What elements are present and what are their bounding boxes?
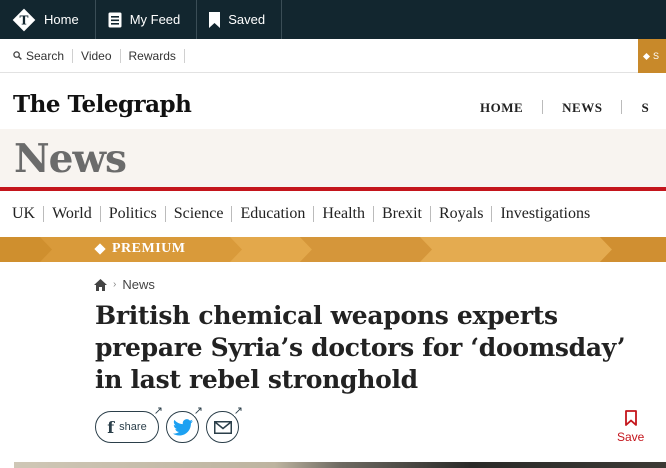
telegraph-logo[interactable]: The Telegraph [13,91,192,118]
masthead-nav-home[interactable]: HOME [480,100,523,116]
topbar-saved-link[interactable]: Saved [197,0,283,39]
section-nav-science[interactable]: Science [166,206,233,222]
section-nav-world[interactable]: World [44,206,101,222]
headline-line: British chemical weapons experts [95,301,558,330]
topbar-home-label: Home [44,12,79,27]
feed-icon [108,12,122,28]
section-banner: News [0,129,666,187]
facebook-icon: f [107,417,115,437]
masthead-nav-news[interactable]: NEWS [562,100,602,116]
masthead-nav-divider [542,100,544,114]
premium-diamond-icon [94,243,106,255]
section-nav-royals[interactable]: Royals [431,206,493,222]
home-icon[interactable] [94,278,107,291]
headline-line: prepare Syria’s doctors for ‘doomsday’ [95,333,626,362]
twitter-icon [172,418,193,436]
premium-band: PREMIUM [0,237,666,262]
subscribe-diamond-icon [642,52,651,60]
breadcrumb-news-link[interactable]: News [122,277,155,292]
premium-text: PREMIUM [112,241,186,256]
topbar-saved-label: Saved [228,12,266,27]
save-label: Save [617,430,645,444]
breadcrumb-chevron-icon: › [113,279,117,290]
video-link[interactable]: Video [73,48,121,63]
topbar-myfeed-label: My Feed [129,12,181,27]
bookmark-icon [209,11,221,28]
premium-label: PREMIUM [94,241,186,257]
masthead-nav: HOME NEWS S [480,100,649,116]
section-nav-brexit[interactable]: Brexit [374,206,431,222]
headline-line: in last rebel stronghold [95,365,418,394]
email-icon [213,420,232,434]
share-arrow-icon: ↗ [193,405,203,417]
subscribe-label: S [653,51,660,61]
share-arrow-icon: ↗ [233,405,243,417]
masthead-nav-divider [621,100,623,114]
section-nav-education[interactable]: Education [232,206,315,222]
facebook-share-label: share [119,421,147,433]
masthead-nav-sport[interactable]: S [641,100,649,116]
email-share-button[interactable]: ↗ [206,406,243,443]
search-label: Search [26,48,65,63]
topbar-myfeed-link[interactable]: My Feed [96,0,198,39]
svg-text:T: T [20,13,29,27]
save-button[interactable]: Save [617,410,644,444]
share-arrow-icon: ↗ [153,405,163,417]
masthead: The Telegraph HOME NEWS S [0,73,666,129]
section-nav-health[interactable]: Health [314,206,374,222]
search-link[interactable]: Search [0,48,74,63]
save-bookmark-icon [624,410,637,426]
section-nav: UK World Politics Science Education Heal… [0,191,666,237]
top-bar: T Home My Feed Saved [0,0,666,39]
lead-image [14,462,666,468]
utility-bar: Search Video Rewards S [0,39,666,73]
section-title: News [14,136,127,182]
subscribe-button[interactable]: S [638,39,666,73]
search-icon [13,51,22,60]
section-nav-investigations[interactable]: Investigations [492,206,598,222]
twitter-share-button[interactable]: ↗ [166,406,203,443]
section-nav-politics[interactable]: Politics [101,206,166,222]
telegraph-t-logo-icon: T [12,8,36,32]
topbar-home-link[interactable]: T Home [0,0,96,39]
rewards-link[interactable]: Rewards [121,48,185,63]
section-nav-uk[interactable]: UK [0,206,45,222]
article-headline: British chemical weapons experts prepare… [95,300,655,396]
share-row: f share ↗ ↗ ↗ [95,406,246,443]
facebook-share-button[interactable]: f share ↗ [95,406,163,443]
breadcrumb: › News [94,277,155,292]
